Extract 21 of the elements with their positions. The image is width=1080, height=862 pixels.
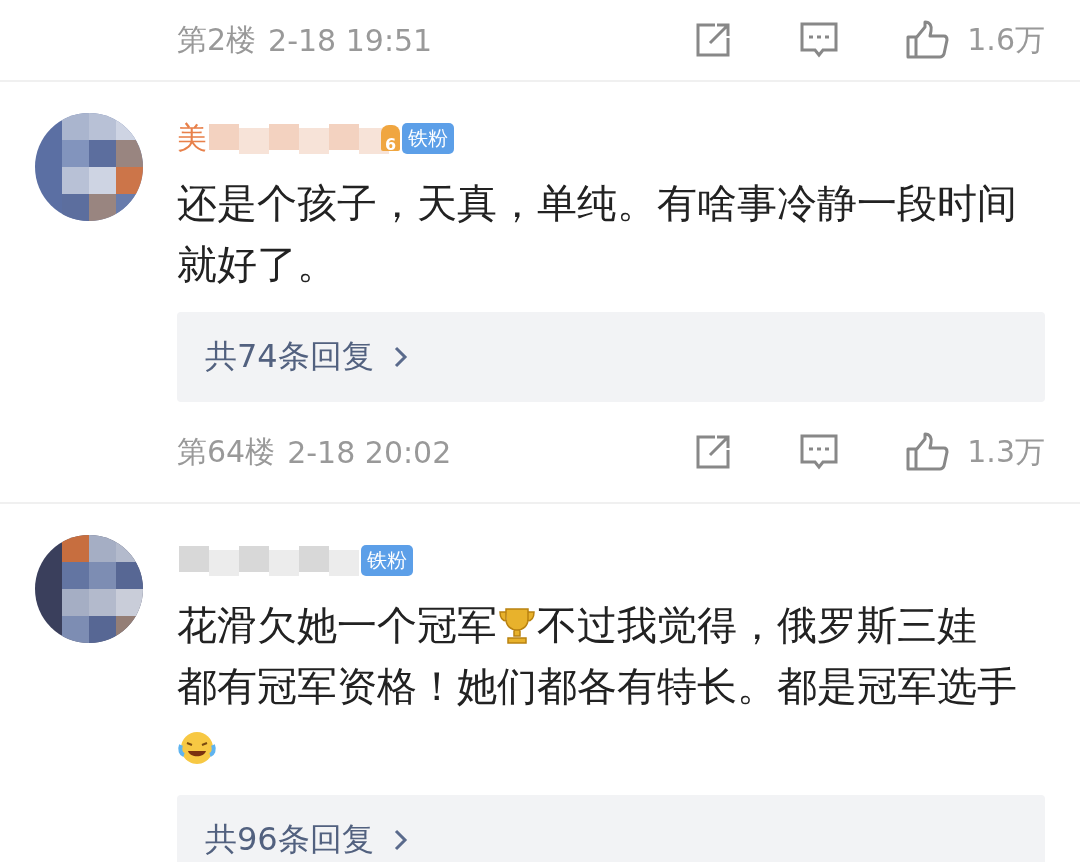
thumbs-up-icon[interactable] — [905, 432, 950, 472]
thumbs-up-icon[interactable] — [905, 20, 950, 60]
fan-badge: 铁粉 — [361, 544, 413, 576]
comment-text: 都有冠军资格！她们都各有特长。都是冠军选 — [177, 663, 977, 709]
replies-link[interactable]: 共96条回复 — [177, 795, 1045, 862]
floor-label: 第2楼 — [177, 20, 257, 59]
like-count: 1.3万 — [967, 432, 1045, 471]
comment-icon[interactable] — [799, 432, 840, 472]
fan-badge: 铁粉 — [402, 122, 455, 154]
comment-text: 手 — [977, 663, 1017, 709]
trophy-icon — [497, 605, 537, 645]
comment-icon[interactable] — [799, 20, 840, 60]
comment-text: 不过我觉得，俄罗斯三娃 — [537, 602, 977, 648]
comment-text: 还是个孩子，天真，单纯。有啥事冷静一段时间就好了。 — [177, 180, 1017, 287]
replies-link[interactable]: 共74条回复 — [177, 312, 1045, 402]
post-time: 2-18 20:02 — [287, 434, 452, 470]
floor-label: 第64楼 — [177, 432, 276, 471]
fan-level-badge: 6 — [381, 125, 401, 151]
post-time: 2-18 19:51 — [268, 22, 433, 58]
like-count: 1.6万 — [967, 20, 1045, 59]
comment-text: 花滑欠她一个冠军 — [177, 602, 497, 648]
